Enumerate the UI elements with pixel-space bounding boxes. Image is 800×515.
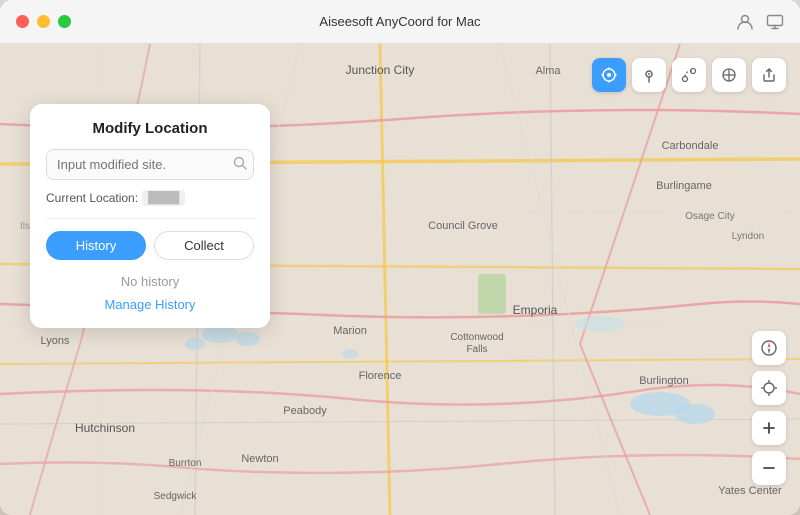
svg-text:Junction City: Junction City bbox=[346, 63, 415, 77]
search-input[interactable] bbox=[57, 157, 233, 172]
svg-text:Marion: Marion bbox=[333, 325, 367, 337]
close-button[interactable] bbox=[16, 15, 29, 28]
svg-text:Falls: Falls bbox=[466, 344, 487, 355]
svg-text:Peabody: Peabody bbox=[283, 405, 327, 417]
export-button[interactable] bbox=[752, 58, 786, 92]
zoom-in-button[interactable] bbox=[752, 411, 786, 445]
svg-text:Alma: Alma bbox=[535, 65, 561, 77]
panel-title: Modify Location bbox=[46, 120, 254, 137]
map-right-controls bbox=[752, 331, 786, 485]
maximize-button[interactable] bbox=[58, 15, 71, 28]
svg-text:Yates Center: Yates Center bbox=[718, 485, 782, 497]
manage-history-link[interactable]: Manage History bbox=[46, 297, 254, 312]
pin-mode-button[interactable] bbox=[632, 58, 666, 92]
svg-text:Lyons: Lyons bbox=[41, 335, 70, 347]
display-icon[interactable] bbox=[766, 13, 784, 31]
no-history-text: No history bbox=[46, 274, 254, 289]
svg-text:Newton: Newton bbox=[241, 453, 278, 465]
current-location-label: Current Location: bbox=[46, 191, 138, 205]
location-mode-button[interactable] bbox=[592, 58, 626, 92]
svg-text:Burlingame: Burlingame bbox=[656, 180, 712, 192]
svg-text:Emporia: Emporia bbox=[513, 303, 558, 317]
multi-route-button[interactable] bbox=[712, 58, 746, 92]
tab-row: History Collect bbox=[46, 231, 254, 260]
history-tab[interactable]: History bbox=[46, 231, 146, 260]
crosshair-button[interactable] bbox=[752, 371, 786, 405]
window-title: Aiseesoft AnyCoord for Mac bbox=[319, 14, 480, 29]
svg-text:Council Grove: Council Grove bbox=[428, 220, 498, 232]
current-location-value: ████ bbox=[142, 190, 185, 206]
user-icon[interactable] bbox=[736, 13, 754, 31]
svg-text:Hutchinson: Hutchinson bbox=[75, 421, 135, 435]
traffic-lights bbox=[16, 15, 71, 28]
modify-location-panel: Modify Location Current Location: ████ H… bbox=[30, 104, 270, 328]
svg-text:Lyndon: Lyndon bbox=[732, 231, 764, 242]
svg-text:Osage City: Osage City bbox=[685, 211, 734, 222]
titlebar: Aiseesoft AnyCoord for Mac bbox=[0, 0, 800, 44]
svg-text:Florence: Florence bbox=[359, 370, 402, 382]
compass-button[interactable] bbox=[752, 331, 786, 365]
svg-text:Carbondale: Carbondale bbox=[662, 140, 719, 152]
svg-text:Burlington: Burlington bbox=[639, 375, 689, 387]
zoom-out-button[interactable] bbox=[752, 451, 786, 485]
map-area[interactable]: Junction City Alma Carbondale Burlingame… bbox=[0, 44, 800, 515]
route-mode-button[interactable] bbox=[672, 58, 706, 92]
svg-text:Sedgwick: Sedgwick bbox=[154, 491, 198, 502]
search-icon bbox=[233, 156, 247, 173]
svg-text:Cottonwood: Cottonwood bbox=[450, 332, 503, 343]
search-box[interactable] bbox=[46, 149, 254, 180]
app-window: Aiseesoft AnyCoord for Mac bbox=[0, 0, 800, 515]
svg-text:Burrton: Burrton bbox=[169, 458, 202, 469]
map-toolbar bbox=[592, 58, 786, 92]
titlebar-right-controls bbox=[736, 13, 784, 31]
collect-tab[interactable]: Collect bbox=[154, 231, 254, 260]
current-location-row: Current Location: ████ bbox=[46, 190, 254, 219]
minimize-button[interactable] bbox=[37, 15, 50, 28]
